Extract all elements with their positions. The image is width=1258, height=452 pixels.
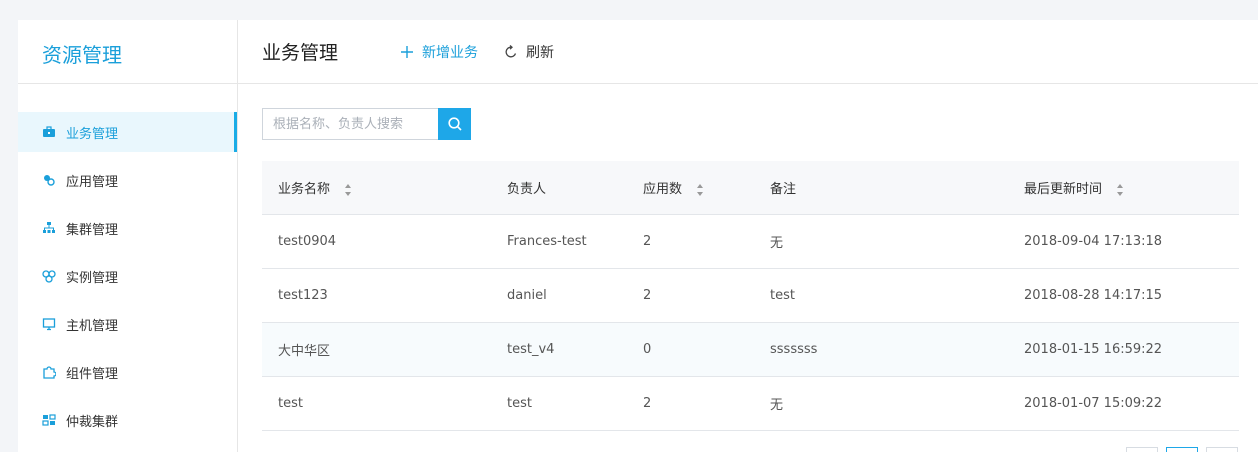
search-button[interactable] [438,108,471,140]
business-table: 业务名称 负责人 应用数 备注 最后更新时间 test0904 Frances-… [262,161,1239,431]
cell-name: test123 [278,288,328,303]
apps-icon [42,173,56,187]
pagination-next-button[interactable] [1206,447,1238,452]
column-header-name[interactable]: 业务名称 [262,178,491,197]
cell-name: test [278,396,303,411]
sidebar-item-label: 主机管理 [66,318,119,334]
pagination [1126,447,1238,452]
sidebar-item-business[interactable]: 业务管理 [18,112,237,152]
column-header-app-count[interactable]: 应用数 [627,178,754,197]
cell-app-count: 0 [643,342,652,357]
puzzle-icon [42,365,56,379]
plus-icon [401,45,414,58]
column-header-remark: 备注 [754,178,1008,197]
refresh-label: 刷新 [526,44,555,61]
sort-icon[interactable] [344,183,352,197]
search-icon [447,117,462,131]
cell-remark: test [770,288,795,303]
table-row[interactable]: test0904 Frances-test 2 无 2018-09-04 17:… [262,215,1239,269]
column-header-label: 负责人 [507,182,547,197]
cell-owner: daniel [507,288,547,303]
refresh-icon [505,44,517,57]
table-header: 业务名称 负责人 应用数 备注 最后更新时间 [262,161,1239,215]
sidebar-item-label: 应用管理 [66,174,119,190]
sidebar-item-label: 实例管理 [66,270,119,286]
top-bar: 业务管理 新增业务 刷新 [238,20,1258,84]
main-content: 业务管理 新增业务 刷新 业务名称 负责人 [238,20,1258,452]
sidebar: 资源管理 业务管理 应用管理 集群管理 实例管理 主机管理 组件管理 仲裁集群 [18,20,238,452]
cell-updated: 2018-08-28 14:17:15 [1024,288,1163,303]
sidebar-title: 资源管理 [18,20,237,84]
app-frame: 资源管理 业务管理 应用管理 集群管理 实例管理 主机管理 组件管理 仲裁集群 … [18,20,1258,452]
cluster-icon [42,221,56,235]
monitor-icon [42,317,56,331]
search-bar [262,108,471,140]
sidebar-item-label: 业务管理 [66,126,119,142]
cell-remark: 无 [770,236,784,251]
table-row[interactable]: test test 2 无 2018-01-07 15:09:22 [262,377,1239,431]
page-title: 业务管理 [262,42,339,64]
sidebar-menu: 业务管理 应用管理 集群管理 实例管理 主机管理 组件管理 仲裁集群 [18,112,237,440]
table-row[interactable]: 大中华区 test_v4 0 sssssss 2018-01-15 16:59:… [262,323,1239,377]
sidebar-item-components[interactable]: 组件管理 [18,352,237,392]
briefcase-icon [42,125,56,139]
column-header-owner: 负责人 [491,178,627,197]
cell-updated: 2018-01-15 16:59:22 [1024,342,1163,357]
column-header-label: 最后更新时间 [1024,182,1103,197]
search-input[interactable] [262,108,438,140]
cell-updated: 2018-09-04 17:13:18 [1024,234,1163,249]
pagination-page-button[interactable] [1166,447,1198,452]
column-header-label: 备注 [770,182,797,197]
pagination-prev-button[interactable] [1126,447,1158,452]
add-business-button[interactable]: 新增业务 [400,42,478,62]
arbiter-icon [42,413,56,427]
table-row[interactable]: test123 daniel 2 test 2018-08-28 14:17:1… [262,269,1239,323]
refresh-button[interactable]: 刷新 [504,42,554,62]
column-header-label: 应用数 [643,182,683,197]
cell-app-count: 2 [643,234,652,249]
add-business-label: 新增业务 [422,44,479,61]
cell-owner: test [507,396,532,411]
sidebar-item-label: 组件管理 [66,366,119,382]
cell-owner: Frances-test [507,234,587,249]
sidebar-item-apps[interactable]: 应用管理 [18,160,237,200]
column-header-updated[interactable]: 最后更新时间 [1008,178,1239,197]
cell-owner: test_v4 [507,342,555,357]
cell-name: test0904 [278,234,337,249]
sidebar-item-instances[interactable]: 实例管理 [18,256,237,296]
sidebar-item-label: 仲裁集群 [66,414,119,430]
sidebar-item-arbiter[interactable]: 仲裁集群 [18,400,237,440]
sort-icon[interactable] [696,183,704,197]
sidebar-item-clusters[interactable]: 集群管理 [18,208,237,248]
sidebar-item-label: 集群管理 [66,222,119,238]
cell-name: 大中华区 [278,344,331,359]
sidebar-item-hosts[interactable]: 主机管理 [18,304,237,344]
cell-app-count: 2 [643,288,652,303]
column-header-label: 业务名称 [278,182,331,197]
sort-icon[interactable] [1116,183,1124,197]
cell-updated: 2018-01-07 15:09:22 [1024,396,1163,411]
instances-icon [42,269,56,283]
cell-app-count: 2 [643,396,652,411]
cell-remark: sssssss [770,342,818,357]
cell-remark: 无 [770,398,784,413]
